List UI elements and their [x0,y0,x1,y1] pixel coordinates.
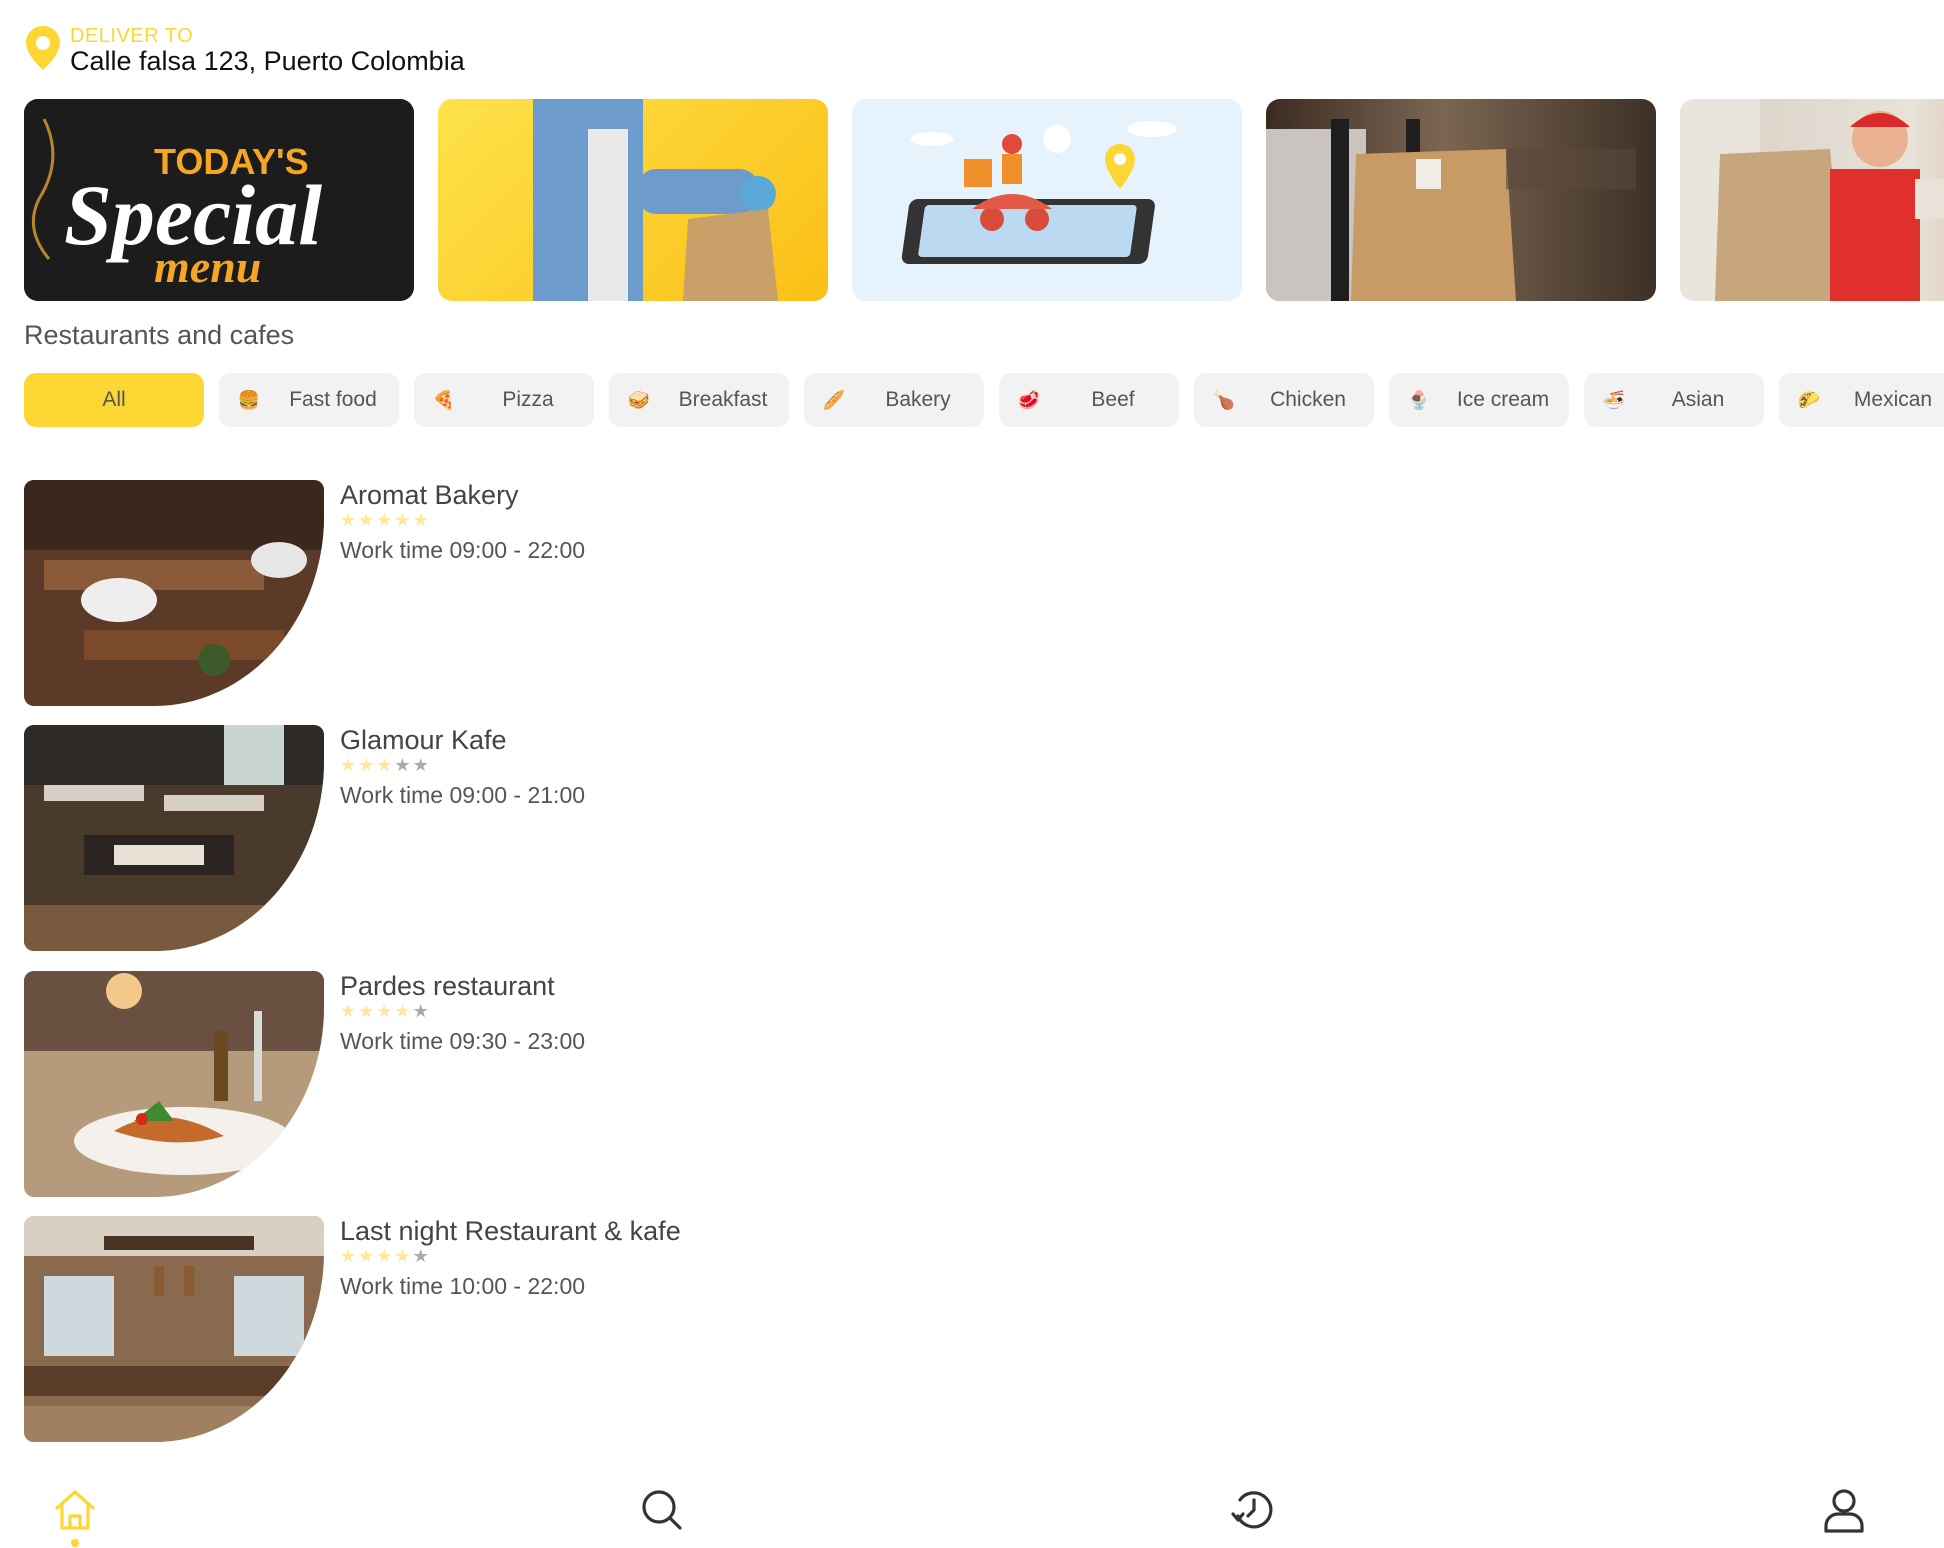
star-icon: ★ [412,510,431,530]
star-icon: ★ [394,755,413,775]
star-icon: ★ [412,1246,431,1266]
banner-scooter-map[interactable] [852,99,1242,301]
meat-icon: 🥩 [1017,389,1041,410]
nav-home[interactable] [51,1486,99,1534]
delivery-man-art [533,99,778,301]
category-label: Fast food [289,388,377,411]
category-chip-pizza[interactable]: 🍕 Pizza [414,373,594,427]
star-icon: ★ [412,755,431,775]
category-chip-ice-cream[interactable]: 🍨 Ice cream [1389,373,1569,427]
category-label: Mexican [1853,388,1933,411]
banner-courier[interactable] [1680,99,1944,301]
restaurant-photo [24,480,324,706]
star-icon: ★ [340,510,359,530]
delivery-header[interactable]: DELIVER TO Calle falsa 123, Puerto Colom… [24,24,465,76]
search-icon [642,1490,682,1530]
banner-paper-bag[interactable] [1266,99,1656,301]
restaurant-name[interactable]: Pardes restaurant [340,971,555,1002]
work-time: Work time 09:00 - 21:00 [340,782,586,808]
promo-banner-carousel[interactable]: TODAY'S Special menu [24,99,1944,301]
nav-history[interactable] [1228,1486,1276,1534]
nav-profile[interactable] [1820,1486,1868,1534]
restaurant-card[interactable]: Glamour Kafe ★★★★★ Work time 09:00 - 21:… [24,725,924,951]
special-menu-art: TODAY'S Special menu [24,99,414,301]
location-pin-icon [26,26,60,70]
star-icon: ★ [376,510,395,530]
category-chip-mexican[interactable]: 🌮 Mexican [1779,373,1944,427]
category-chip-all[interactable]: All [24,373,204,427]
work-time: Work time 09:00 - 22:00 [340,537,586,563]
category-chip-breakfast[interactable]: 🥪 Breakfast [609,373,789,427]
scooter-map-art [901,121,1177,264]
home-icon [55,1490,95,1530]
star-icon: ★ [358,510,377,530]
taco-icon: 🌮 [1797,389,1821,410]
work-time: Work time 10:00 - 22:00 [340,1273,586,1299]
delivery-address[interactable]: Calle falsa 123, Puerto Colombia [70,46,465,76]
banner-menu-text: menu [154,241,261,292]
restaurant-photo [24,971,324,1197]
restaurant-name[interactable]: Aromat Bakery [340,480,519,511]
category-label: Breakfast [678,388,768,411]
star-icon: ★ [358,1001,377,1021]
category-label: Asian [1671,388,1725,411]
star-icon: ★ [358,1246,377,1266]
history-icon [1231,1491,1273,1529]
nav-search[interactable] [638,1486,686,1534]
star-icon: ★ [340,1001,359,1021]
star-icon: ★ [340,755,359,775]
category-chip-asian[interactable]: 🍜 Asian [1584,373,1764,427]
restaurant-name[interactable]: Glamour Kafe [340,725,507,756]
paper-bag-art [1266,119,1636,301]
star-icon: ★ [376,1246,395,1266]
star-icon: ★ [394,510,413,530]
category-label: Bakery [885,388,951,411]
category-label: All [102,388,126,411]
bread-icon: 🥖 [822,389,846,410]
banner-todays-special[interactable]: TODAY'S Special menu [24,99,414,301]
category-label: Ice cream [1456,388,1550,411]
restaurant-card[interactable]: Pardes restaurant ★★★★★ Work time 09:30 … [24,971,924,1197]
nav-active-indicator [71,1539,79,1547]
category-chip-bakery[interactable]: 🥖 Bakery [804,373,984,427]
noodles-icon: 🍜 [1602,389,1626,410]
restaurant-photo [24,1216,324,1442]
star-icon: ★ [376,755,395,775]
star-icon: ★ [394,1001,413,1021]
star-icon: ★ [340,1246,359,1266]
restaurant-photo [24,725,324,951]
burger-icon: 🍔 [237,389,261,410]
banner-delivery-man[interactable] [438,99,828,301]
user-icon [1824,1489,1864,1533]
star-icon: ★ [394,1246,413,1266]
category-label: Beef [1091,388,1135,411]
category-label: Pizza [502,388,554,411]
category-chip-fast-food[interactable]: 🍔 Fast food [219,373,399,427]
courier-art [1680,99,1944,301]
restaurant-name[interactable]: Last night Restaurant & kafe [340,1216,681,1247]
category-chip-beef[interactable]: 🥩 Beef [999,373,1179,427]
rating-stars: ★★★★★ [340,1246,431,1266]
deliver-to-label: DELIVER TO [70,25,194,47]
rating-stars: ★★★★★ [340,755,431,775]
category-filter-bar[interactable]: All 🍔 Fast food 🍕 Pizza 🥪 Breakfast 🥖 Ba… [24,373,1944,429]
rating-stars: ★★★★★ [340,510,431,530]
star-icon: ★ [358,755,377,775]
ice-cream-icon: 🍨 [1407,389,1431,410]
category-chip-chicken[interactable]: 🍗 Chicken [1194,373,1374,427]
sandwich-icon: 🥪 [627,389,651,410]
star-icon: ★ [376,1001,395,1021]
rating-stars: ★★★★★ [340,1001,431,1021]
chicken-leg-icon: 🍗 [1212,389,1236,410]
category-label: Chicken [1270,388,1346,411]
section-title: Restaurants and cafes [24,320,295,350]
star-icon: ★ [412,1001,431,1021]
restaurant-card[interactable]: Last night Restaurant & kafe ★★★★★ Work … [24,1216,924,1442]
pizza-icon: 🍕 [432,389,456,410]
work-time: Work time 09:30 - 23:00 [340,1028,586,1054]
restaurant-card[interactable]: Aromat Bakery ★★★★★ Work time 09:00 - 22… [24,480,924,706]
